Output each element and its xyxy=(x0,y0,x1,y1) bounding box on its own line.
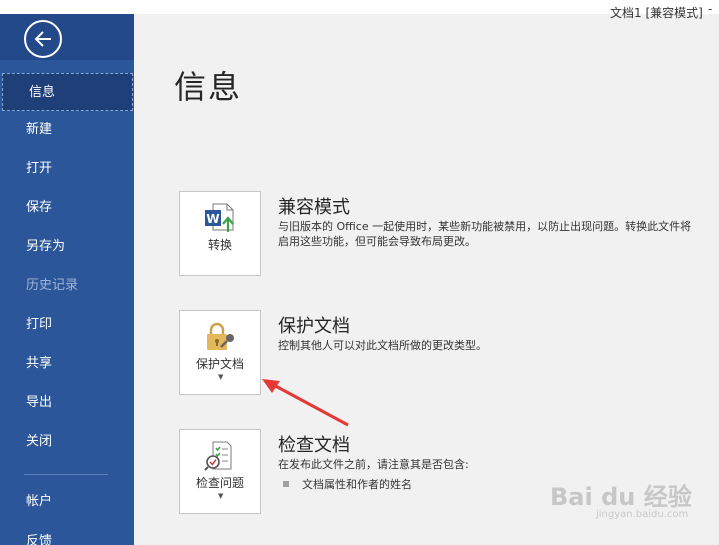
window-title: 文档1 [兼容模式] xyxy=(610,6,703,20)
inspect-desc: 在发布此文件之前，请注意其是否包含: xyxy=(278,458,469,471)
nav-divider xyxy=(24,474,108,475)
nav-print[interactable]: 打印 xyxy=(0,306,134,344)
svg-text:W: W xyxy=(206,212,219,226)
nav-share[interactable]: 共享 xyxy=(0,345,134,383)
back-button[interactable] xyxy=(24,20,62,58)
convert-label: 转换 xyxy=(207,238,232,252)
word-convert-icon: W xyxy=(205,203,234,232)
page-title: 信息 xyxy=(174,68,243,106)
watermark-url: jingyan.baidu.com xyxy=(596,509,689,520)
annotation-arrow-icon xyxy=(262,379,349,427)
nav-export[interactable]: 导出 xyxy=(0,384,134,422)
nav-close[interactable]: 关闭 xyxy=(0,423,134,461)
arrow-left-icon xyxy=(34,31,51,47)
protect-document-button[interactable]: 保护文档 ▼ xyxy=(179,310,261,395)
inspect-checklist-icon xyxy=(204,441,232,471)
watermark-logo: Bai du 经验 xyxy=(550,483,692,511)
nav-save-as[interactable]: 另存为 xyxy=(0,228,134,266)
convert-button[interactable]: W 转换 xyxy=(179,191,261,276)
inspect-bullet-item: 文档属性和作者的姓名 xyxy=(302,478,412,491)
protect-document-label: 保护文档 xyxy=(195,357,244,371)
compat-desc-line2: 启用这些功能，但可能会导致布局更改。 xyxy=(278,235,476,248)
check-issues-label: 检查问题 xyxy=(195,476,244,490)
backstage-sidebar: 信息 新建 打开 保存 另存为 历史记录 打印 共享 导出 关闭 帐户 反馈 xyxy=(0,14,134,545)
nav-feedback[interactable]: 反馈 xyxy=(0,523,134,545)
check-issues-button[interactable]: 检查问题 ▼ xyxy=(179,429,261,514)
minimize-button[interactable]: - xyxy=(708,2,712,16)
nav-history: 历史记录 xyxy=(26,278,79,293)
back-area xyxy=(0,14,134,60)
bullet-marker xyxy=(283,481,289,487)
title-bar: 文档1 [兼容模式] - xyxy=(0,0,719,20)
nav-info[interactable]: 信息 xyxy=(2,73,133,111)
protect-heading: 保护文档 xyxy=(278,316,350,337)
inspect-heading: 检查文档 xyxy=(278,435,350,456)
nav-new[interactable]: 新建 xyxy=(0,111,134,149)
nav-save[interactable]: 保存 xyxy=(0,189,134,227)
lock-key-icon xyxy=(207,322,234,350)
compat-desc-line1: 与旧版本的 Office 一起使用时，某些新功能被禁用，以防止出现问题。转换此文… xyxy=(278,220,692,233)
nav-open[interactable]: 打开 xyxy=(0,150,134,188)
chevron-down-icon: ▼ xyxy=(218,373,224,381)
compat-heading: 兼容模式 xyxy=(278,197,350,218)
chevron-down-icon: ▼ xyxy=(218,492,224,500)
protect-desc: 控制其他人可以对此文档所做的更改类型。 xyxy=(278,339,487,352)
nav-account[interactable]: 帐户 xyxy=(0,483,134,521)
